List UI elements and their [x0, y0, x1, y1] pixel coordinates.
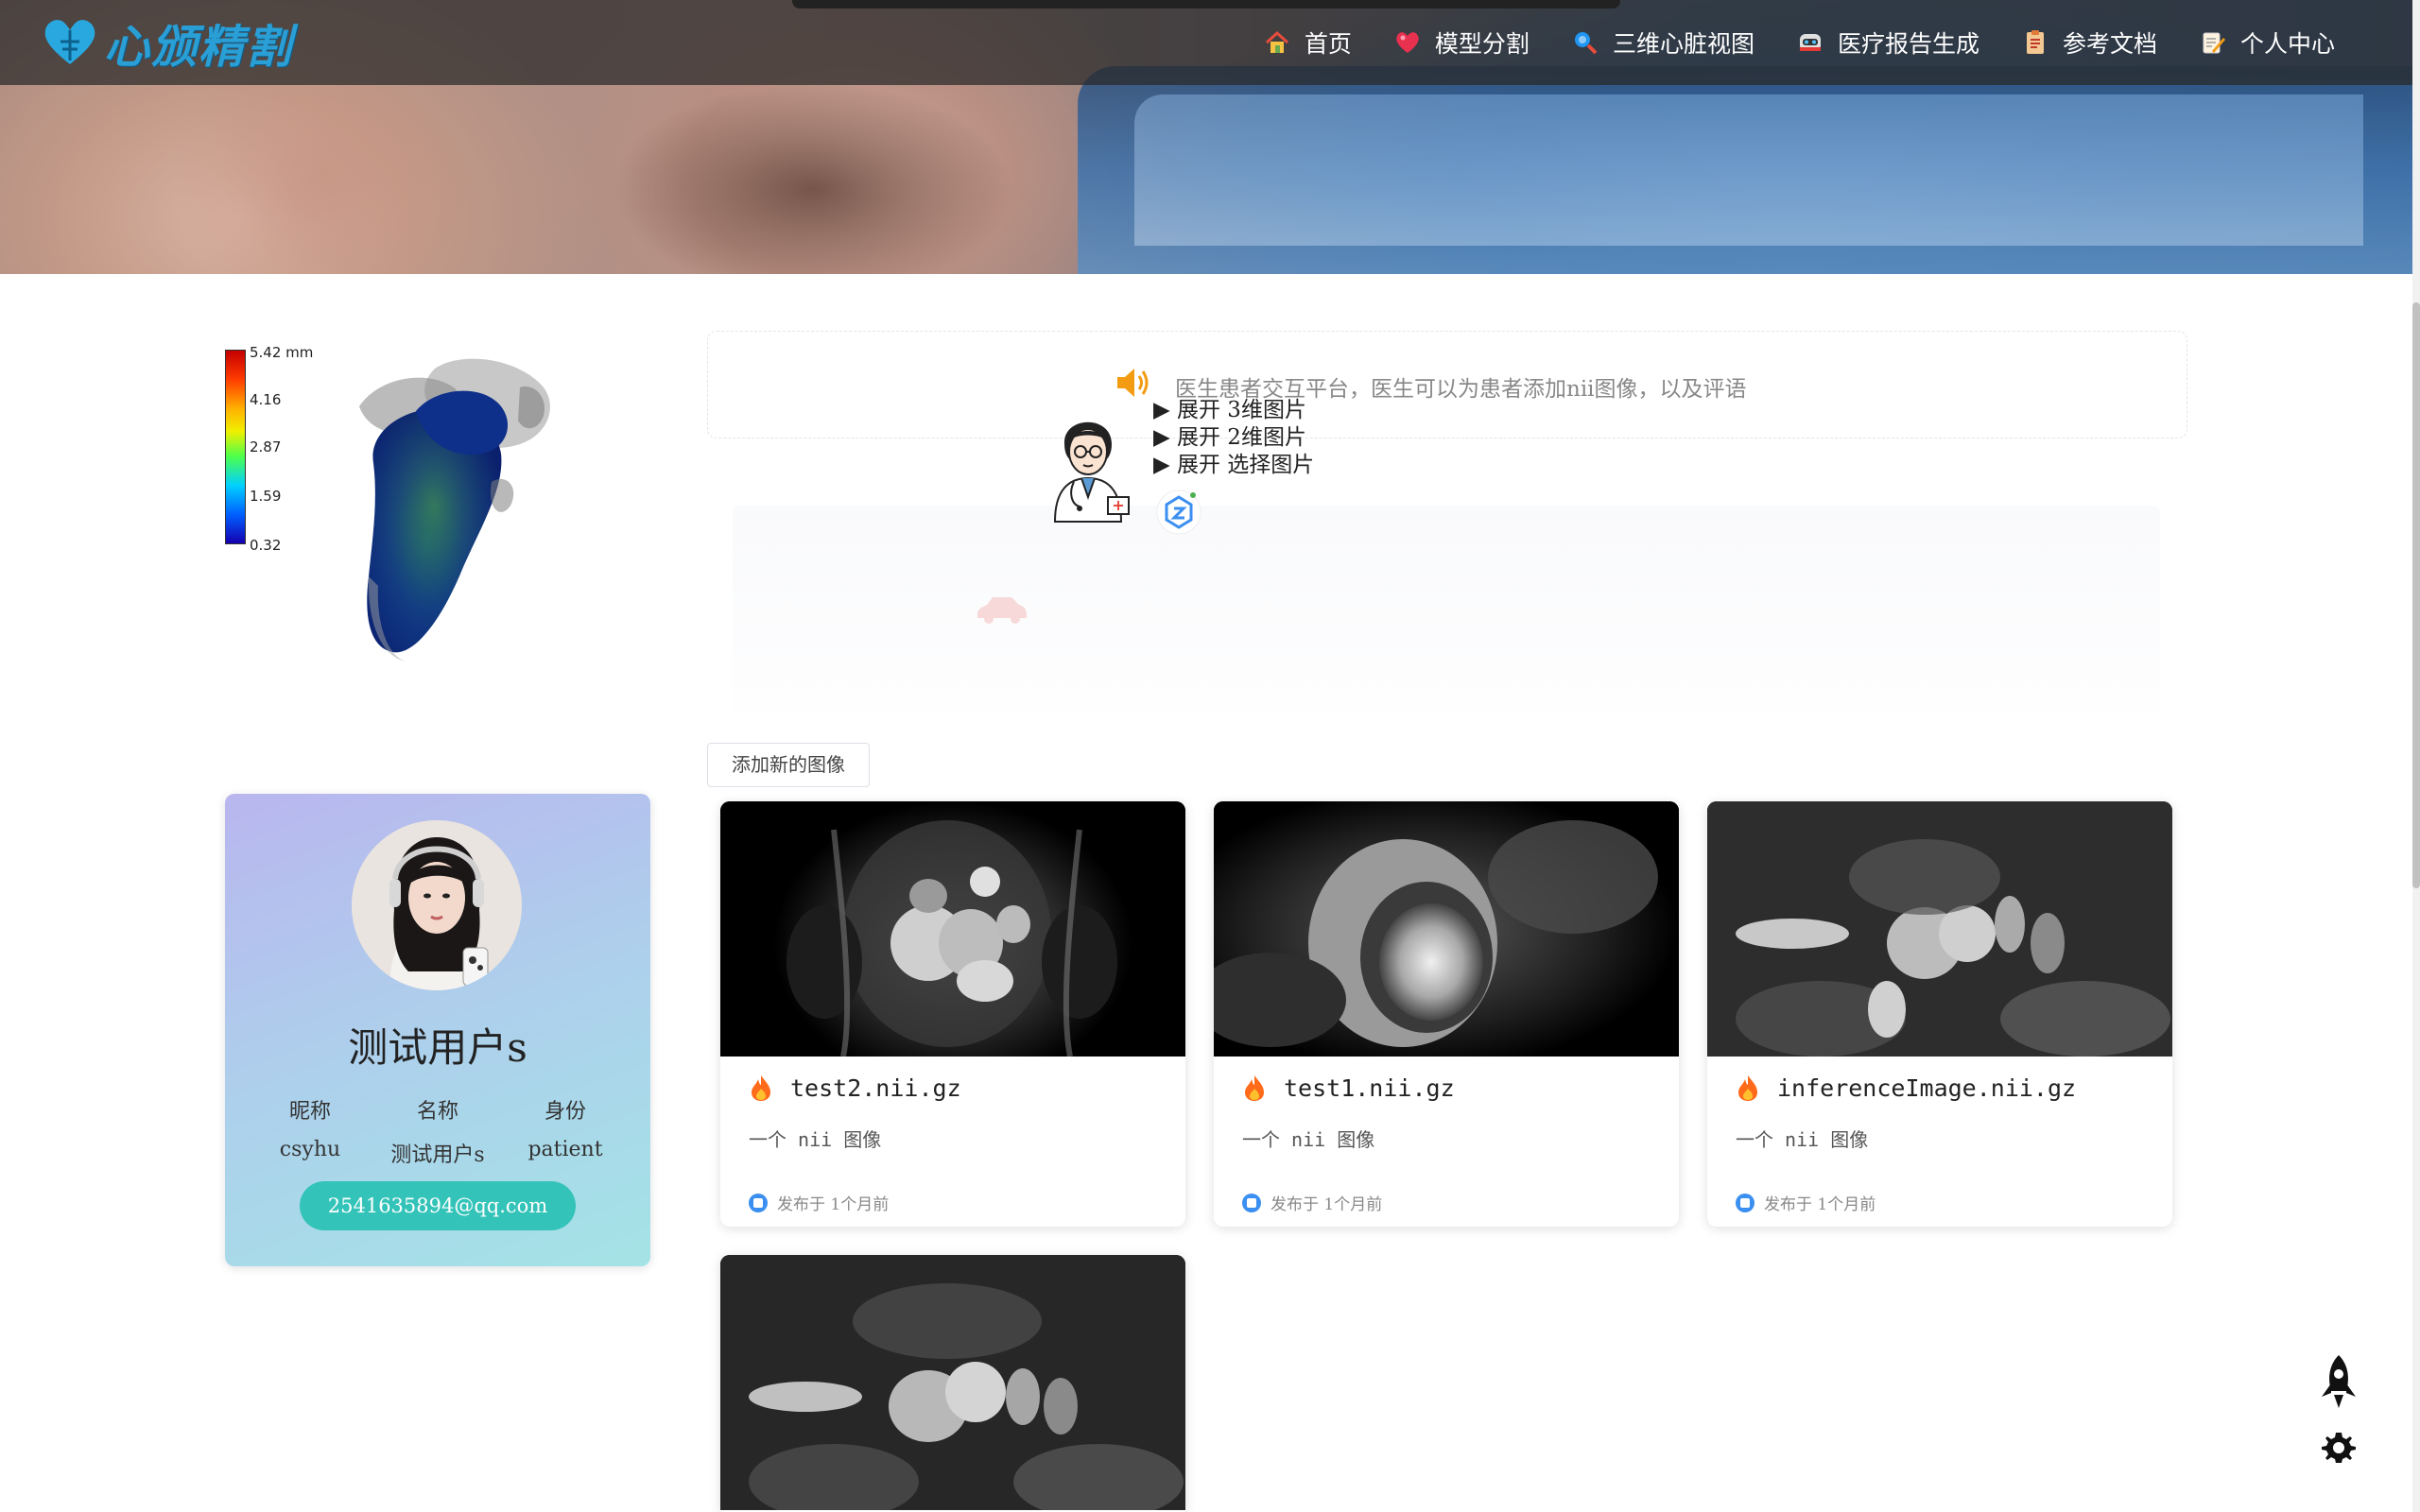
magnifier-icon [1574, 32, 1598, 55]
nav-item-segmentation[interactable]: 模型分割 [1373, 0, 1550, 85]
mri-thumbnail[interactable] [1214, 801, 1679, 1057]
field-value-nickname: csyhu [279, 1138, 341, 1161]
flame-icon [752, 1075, 770, 1101]
avatar[interactable] [352, 820, 522, 990]
nav-item-profile[interactable]: 个人中心 [2178, 0, 2356, 85]
image-card[interactable]: test1.nii.gz 一个 nii 图像 发布于 1个月前 [1214, 801, 1679, 1227]
nav-item-report[interactable]: 医疗报告生成 [1775, 0, 2000, 85]
nav-item-home[interactable]: 首页 [1242, 0, 1373, 85]
card-title-text: test1.nii.gz [1284, 1074, 1455, 1102]
card-title-text: inferenceImage.nii.gz [1777, 1074, 2077, 1102]
card-description: 一个 nii 图像 [749, 1128, 882, 1151]
nav-item-label: 模型分割 [1434, 30, 1530, 58]
mri-image-icon [720, 1255, 1185, 1510]
field-header-name: 名称 [416, 1100, 458, 1124]
field-header-nickname: 昵称 [288, 1100, 331, 1124]
card-time: 发布于 1个月前 [1736, 1191, 1876, 1214]
nav-item-label: 医疗报告生成 [1837, 30, 1979, 58]
heart-logo-icon [44, 20, 95, 64]
colorbar-label: 0.32 [250, 537, 282, 554]
mri-thumbnail[interactable] [1707, 801, 2172, 1057]
image-card[interactable]: inferenceImage.nii.gz 一个 nii 图像 发布于 1个月前 [1707, 801, 2172, 1227]
preview-panel [733, 506, 2160, 713]
expand-list: ▶ 展开 3维图片 ▶ 展开 2维图片 ▶ 展开 选择图片 [1153, 397, 1314, 479]
colorbar-label: 1.59 [250, 488, 282, 505]
mri-thumbnail[interactable] [720, 1255, 1185, 1510]
card-time-text: 发布于 1个月前 [777, 1195, 890, 1214]
nav-item-label: 首页 [1304, 30, 1352, 58]
hero-photo-monitor [1078, 66, 2412, 274]
profile-card: 测试用户s 昵称 名称 身份 csyhu 测试用户s patient 25416… [225, 794, 650, 1266]
logo[interactable]: 心颁精割 [42, 15, 293, 74]
mri-image-icon [1214, 801, 1679, 1057]
logo-text: 心颁精割 [104, 21, 294, 74]
profile-field-values: csyhu 测试用户s patient [253, 1138, 622, 1168]
pencil-icon [2203, 32, 2225, 54]
flame-icon [1245, 1075, 1264, 1101]
robot-icon [1799, 34, 1821, 51]
profile-field-headers: 昵称 名称 身份 [253, 1094, 622, 1125]
nav-item-label: 三维心脏视图 [1612, 30, 1754, 58]
document-icon [2026, 30, 2044, 54]
expand-3d-images[interactable]: ▶ 展开 3维图片 [1153, 397, 1314, 424]
expand-select-images[interactable]: ▶ 展开 选择图片 [1153, 452, 1314, 479]
hexagon-logo-icon[interactable] [1155, 486, 1202, 535]
card-description: 一个 nii 图像 [1736, 1128, 1869, 1151]
card-time-text: 发布于 1个月前 [1270, 1195, 1383, 1214]
expand-2d-images[interactable]: ▶ 展开 2维图片 [1153, 424, 1314, 452]
flame-icon [1738, 1075, 1757, 1101]
card-title: inferenceImage.nii.gz [1736, 1074, 2076, 1102]
colorbar-label: 2.87 [250, 438, 282, 455]
doctor-avatar-icon [1053, 421, 1130, 523]
heart-3d-model [359, 358, 550, 662]
settings-gear-icon[interactable] [2322, 1429, 2356, 1463]
colorbar [225, 350, 246, 544]
mri-image-icon [1707, 801, 2172, 1057]
card-time-text: 发布于 1个月前 [1764, 1195, 1876, 1214]
heart-icon [1396, 32, 1419, 53]
card-title: test2.nii.gz [749, 1074, 961, 1102]
nav-item-docs[interactable]: 参考文档 [2000, 0, 2178, 85]
nav-menu: 首页 模型分割 三维心脏视图 医疗报告生成 参考文档 个人中心 [1242, 0, 2356, 85]
field-header-role: 身份 [544, 1100, 586, 1124]
image-card[interactable] [720, 1255, 1185, 1512]
calendar-icon [1242, 1193, 1261, 1212]
avatar-portrait-icon [352, 820, 522, 990]
email-button[interactable]: 2541635894@qq.com [300, 1181, 576, 1230]
top-navbar: 心颁精割 首页 模型分割 三维心脏视图 医疗报告生成 参考文档 个人中心 [0, 0, 2412, 85]
car-icon [977, 597, 1027, 624]
scrollbar-thumb[interactable] [2412, 302, 2420, 888]
speaker-icon [1117, 369, 1149, 397]
mri-image-icon [720, 801, 1185, 1057]
card-description: 一个 nii 图像 [1242, 1128, 1375, 1151]
card-time: 发布于 1个月前 [749, 1191, 889, 1214]
heart-3d-viewer[interactable]: 5.42 mm 4.16 2.87 1.59 0.32 [217, 331, 614, 699]
image-card[interactable]: test2.nii.gz 一个 nii 图像 发布于 1个月前 [720, 801, 1185, 1227]
colorbar-label: 4.16 [250, 391, 282, 408]
nav-item-label: 参考文档 [2062, 30, 2157, 58]
home-icon [1265, 30, 1288, 53]
nav-item-label: 个人中心 [2239, 30, 2335, 58]
field-value-role: patient [527, 1138, 603, 1161]
rocket-icon[interactable] [2318, 1353, 2360, 1410]
profile-name: 测试用户s [348, 1024, 527, 1071]
mri-thumbnail[interactable] [720, 801, 1185, 1057]
calendar-icon [1736, 1193, 1754, 1212]
calendar-icon [749, 1193, 768, 1212]
card-time: 发布于 1个月前 [1242, 1191, 1382, 1214]
card-title: test1.nii.gz [1242, 1074, 1455, 1102]
field-value-name: 测试用户s [390, 1143, 485, 1167]
card-title-text: test2.nii.gz [790, 1074, 961, 1102]
nav-item-3d-heart[interactable]: 三维心脏视图 [1550, 0, 1775, 85]
add-image-button[interactable]: 添加新的图像 [707, 743, 870, 787]
